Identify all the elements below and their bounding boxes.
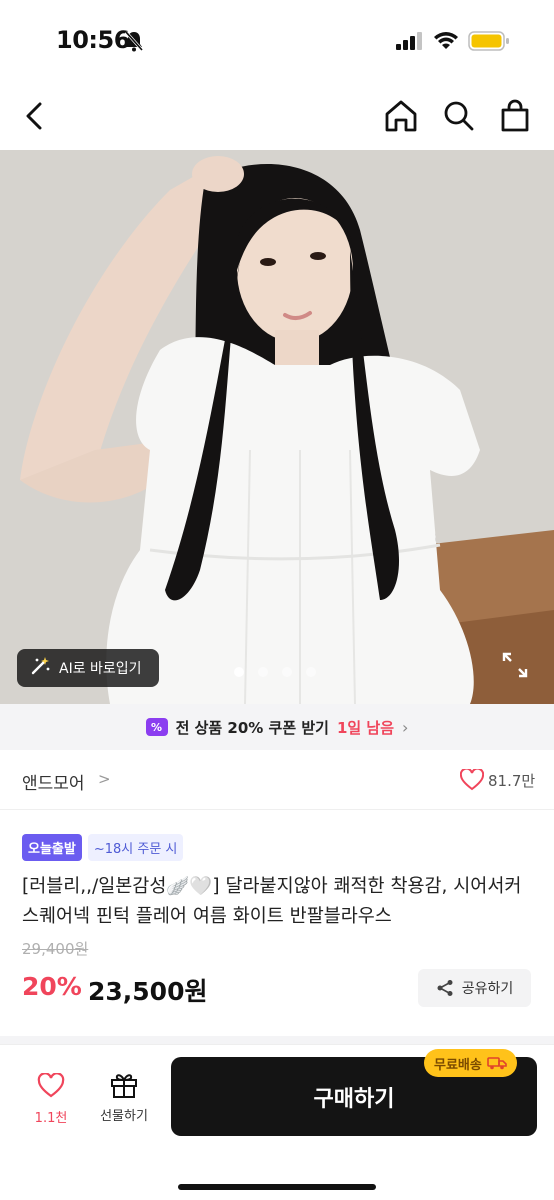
sale-price: 23,500원 xyxy=(88,977,208,1006)
back-button[interactable] xyxy=(18,96,54,136)
section-divider xyxy=(0,1036,554,1044)
gift-label: 선물하기 xyxy=(100,1109,148,1124)
nav-bar xyxy=(0,84,554,150)
coupon-remaining: 1일 남음 xyxy=(336,718,395,737)
carousel-dots xyxy=(234,667,316,677)
chevron-left-icon xyxy=(26,102,42,130)
gift-icon xyxy=(111,1074,137,1098)
brand-name-link[interactable]: 앤드모어 xyxy=(22,769,85,794)
home-icon xyxy=(385,100,417,132)
status-time: 10:56 xyxy=(56,26,130,54)
home-indicator xyxy=(178,1184,376,1190)
home-button[interactable] xyxy=(382,96,420,140)
shopping-bag-icon xyxy=(501,99,529,132)
bottom-action-bar: 1.1천 선물하기 구매하기 무료배송 xyxy=(0,1044,554,1200)
brand-like-button[interactable] xyxy=(459,767,485,795)
share-icon xyxy=(437,980,453,996)
wishlist-button[interactable]: 1.1천 xyxy=(30,1072,72,1126)
product-title: [러블리,,/일본감성🪽🤍] 달라붙지않아 쾌적한 착용감, 시어서커 스퀘어넥… xyxy=(22,876,522,927)
fullscreen-expand-button[interactable] xyxy=(500,650,530,684)
gift-button[interactable]: 선물하기 xyxy=(94,1071,154,1124)
coupon-banner[interactable]: % 전 상품 20% 쿠폰 받기 1일 남음 › xyxy=(0,704,554,750)
cellular-signal-icon xyxy=(396,32,424,54)
coupon-icon: % xyxy=(145,718,168,736)
carousel-dot[interactable] xyxy=(234,667,244,677)
search-icon xyxy=(444,101,474,131)
share-button[interactable]: 공유하기 xyxy=(418,969,531,1007)
heart-outline-icon xyxy=(459,767,485,791)
chevron-right-icon: > xyxy=(98,770,111,788)
carousel-dot[interactable] xyxy=(306,667,316,677)
brand-like-count: 81.7만 xyxy=(488,772,536,790)
chevron-right-icon: › xyxy=(402,717,409,737)
share-label: 공유하기 xyxy=(461,981,514,997)
expand-icon xyxy=(502,652,528,678)
brand-row: 앤드모어 > 81.7만 xyxy=(0,752,554,810)
wishlist-count: 1.1천 xyxy=(34,1111,68,1126)
heart-outline-icon xyxy=(37,1072,65,1098)
original-price: 29,400원 xyxy=(22,940,89,958)
magic-wand-icon xyxy=(29,655,51,681)
ai-try-on-button[interactable]: AI로 바로입기 xyxy=(17,649,159,687)
carousel-dot[interactable] xyxy=(282,667,292,677)
battery-icon xyxy=(468,30,510,56)
cart-button[interactable] xyxy=(496,96,534,140)
bell-muted-icon xyxy=(124,30,144,56)
carousel-dot[interactable] xyxy=(258,667,268,677)
order-cutoff-badge: ~18시 주문 시 xyxy=(87,834,184,861)
search-button[interactable] xyxy=(440,96,478,140)
ai-try-on-label: AI로 바로입기 xyxy=(59,661,142,677)
product-image-carousel[interactable] xyxy=(0,150,554,704)
truck-icon xyxy=(487,1057,507,1070)
today-shipping-badge: 오늘출발 xyxy=(22,834,82,861)
free-shipping-label: 무료배송 xyxy=(434,1057,482,1073)
wifi-icon xyxy=(433,30,459,54)
coupon-text: 전 상품 20% 쿠폰 받기 xyxy=(175,718,329,737)
discount-rate: 20% xyxy=(22,972,82,1001)
product-photo xyxy=(0,150,554,704)
delivery-badges: 오늘출발 ~18시 주문 시 xyxy=(22,834,184,861)
free-shipping-badge: 무료배송 xyxy=(424,1049,517,1077)
status-bar: 10:56 xyxy=(0,0,554,84)
